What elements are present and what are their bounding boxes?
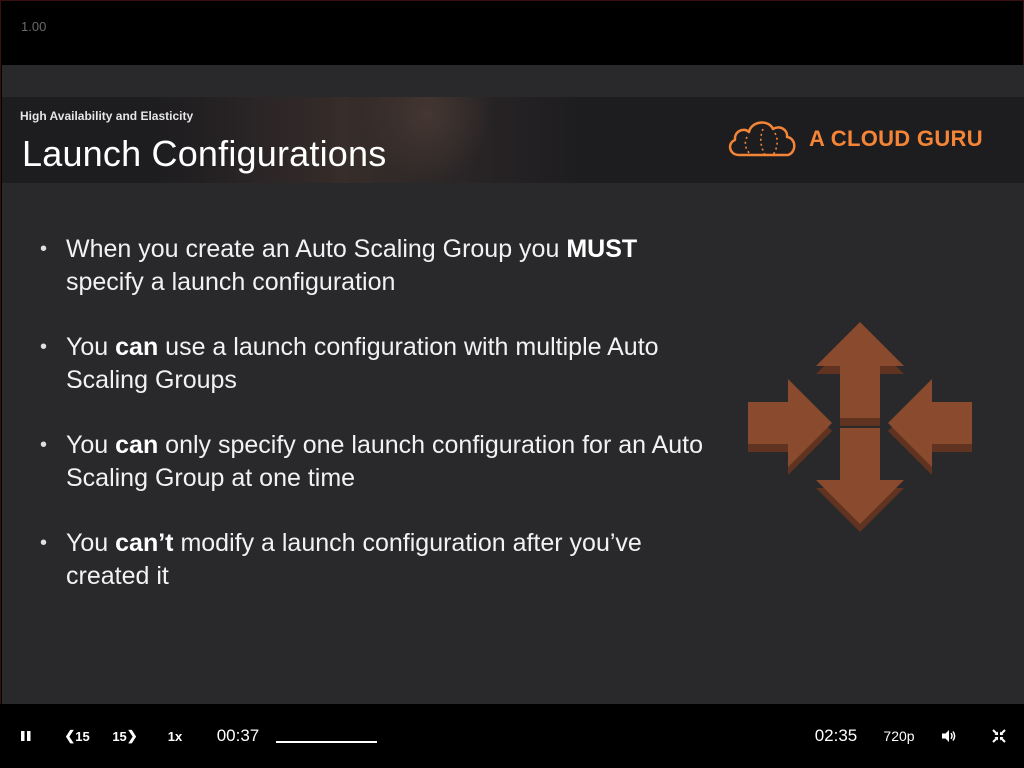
bullet-item: • You can’t modify a launch configuratio… xyxy=(40,529,642,590)
pause-button[interactable] xyxy=(12,704,40,768)
bullet-marker: • xyxy=(40,532,48,554)
playback-speed-button[interactable]: 1x xyxy=(160,704,190,768)
duration: 02:35 xyxy=(814,726,858,745)
bullet-marker: • xyxy=(40,434,48,456)
chevron-right-icon: ❯ xyxy=(126,728,138,743)
bullet-item: • You can only specify one launch config… xyxy=(40,431,704,492)
video-player: 1.00 High Availability and Elasticity La… xyxy=(0,0,1024,768)
skip-forward-label: 15 xyxy=(112,728,127,744)
progress-fill xyxy=(276,741,377,743)
bullet-list: • When you create an Auto Scaling Group … xyxy=(40,233,720,625)
brand-logo: A CLOUD GURU xyxy=(725,117,983,161)
slide-subtitle: High Availability and Elasticity xyxy=(20,109,194,123)
skip-back-button[interactable]: ❮ 15 xyxy=(60,704,94,768)
player-controls: ❮ 15 15 ❯ 1x 00:37 02:35 720p xyxy=(0,704,1024,768)
bullet-item: • You can use a launch configuration wit… xyxy=(40,333,659,394)
exit-fullscreen-button[interactable] xyxy=(986,704,1012,768)
bullet-marker: • xyxy=(40,336,48,358)
chevron-left-icon: ❮ xyxy=(64,728,76,743)
auto-scaling-arrows-icon xyxy=(748,322,972,543)
volume-button[interactable] xyxy=(936,704,962,768)
bullet-marker: • xyxy=(40,238,48,260)
volume-icon xyxy=(942,730,956,742)
progress-bar[interactable] xyxy=(276,741,377,743)
quality-label: 720p xyxy=(883,728,915,744)
skip-back-label: 15 xyxy=(75,728,90,744)
playback-speed-label: 1x xyxy=(167,728,183,744)
bullet-item: • When you create an Auto Scaling Group … xyxy=(40,235,638,296)
pause-icon xyxy=(21,731,31,741)
skip-forward-button[interactable]: 15 ❯ xyxy=(108,704,142,768)
exit-fullscreen-icon xyxy=(992,729,1006,743)
playback-rate-readout: 1.00 xyxy=(21,19,47,34)
brand-name: A CLOUD GURU xyxy=(809,126,983,151)
cloud-logo-icon xyxy=(728,121,796,157)
slide-title: Launch Configurations xyxy=(22,133,387,174)
slide: High Availability and Elasticity Launch … xyxy=(2,65,1024,705)
current-time: 00:37 xyxy=(216,726,260,745)
quality-button[interactable]: 720p xyxy=(878,704,920,768)
